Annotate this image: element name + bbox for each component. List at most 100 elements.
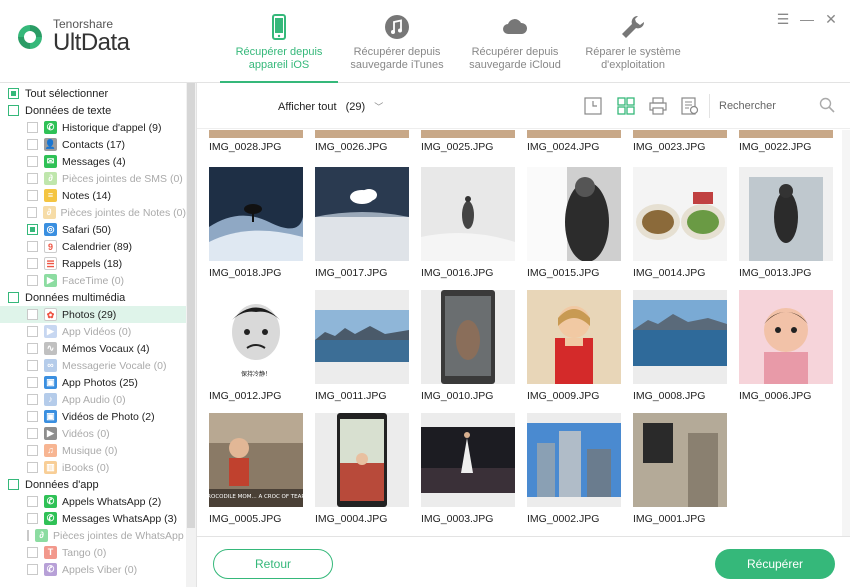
item-checkbox[interactable]	[27, 496, 38, 507]
photo-thumbnail[interactable]	[315, 130, 409, 138]
photo-thumbnail[interactable]: CROCODILE MOM... A CROC OF TEARS	[209, 413, 303, 507]
section-checkbox[interactable]	[8, 479, 19, 490]
item-checkbox[interactable]	[27, 224, 38, 235]
sidebar-item[interactable]: ∂ Pièces jointes de Notes (0)	[0, 204, 186, 221]
photo-thumbnail[interactable]	[315, 290, 409, 384]
sidebar-item[interactable]: ♫ Musique (0)	[0, 442, 186, 459]
sidebar-item[interactable]: ▶ FaceTime (0)	[0, 272, 186, 289]
select-all-row[interactable]: Tout sélectionner	[0, 85, 186, 102]
sidebar-item[interactable]: 👤 Contacts (17)	[0, 136, 186, 153]
item-checkbox[interactable]	[27, 377, 38, 388]
photo-thumbnail[interactable]	[739, 130, 833, 138]
item-checkbox[interactable]	[27, 207, 37, 218]
filter-dropdown[interactable]: Afficher tout (29) ﹀	[278, 100, 383, 113]
photo-thumbnail[interactable]	[315, 413, 409, 507]
menu-icon[interactable]: ☰	[776, 12, 790, 26]
item-checkbox[interactable]	[27, 513, 38, 524]
item-checkbox[interactable]	[27, 394, 38, 405]
item-checkbox[interactable]	[27, 173, 38, 184]
clock-icon[interactable]	[584, 97, 602, 115]
photo-grid-scrollbar[interactable]	[842, 130, 850, 536]
sidebar-item[interactable]: ▶ App Vidéos (0)	[0, 323, 186, 340]
item-checkbox[interactable]	[27, 258, 38, 269]
item-checkbox[interactable]	[27, 343, 38, 354]
photo-thumbnail[interactable]	[421, 290, 515, 384]
sidebar-section-header[interactable]: Données de texte	[0, 102, 186, 119]
photo-thumbnail[interactable]	[633, 290, 727, 384]
photo-thumbnail[interactable]	[209, 167, 303, 261]
item-checkbox[interactable]	[27, 309, 38, 320]
item-checkbox[interactable]	[27, 445, 38, 456]
sidebar-item[interactable]: ✉ Messages (4)	[0, 153, 186, 170]
photo-thumbnail[interactable]	[739, 290, 833, 384]
item-checkbox[interactable]	[27, 360, 38, 371]
item-checkbox[interactable]	[27, 241, 38, 252]
item-checkbox[interactable]	[27, 275, 38, 286]
sidebar-item[interactable]: ♪ App Audio (0)	[0, 391, 186, 408]
photo-thumbnail[interactable]	[633, 413, 727, 507]
sidebar-section-header[interactable]: Données multimédia	[0, 289, 186, 306]
sidebar-section-header[interactable]: Données d'app	[0, 476, 186, 493]
photo-thumbnail[interactable]	[527, 130, 621, 138]
item-checkbox[interactable]	[27, 530, 29, 541]
photo-thumbnail[interactable]	[421, 130, 515, 138]
grid-view-icon[interactable]	[617, 97, 635, 115]
tab-recover-icloud[interactable]: Récupérer depuis sauvegarde iCloud	[456, 0, 574, 83]
item-checkbox[interactable]	[27, 564, 38, 575]
item-checkbox[interactable]	[27, 462, 38, 473]
sidebar-item[interactable]: ✆ Appels Viber (0)	[0, 561, 186, 578]
sidebar-item[interactable]: ✆ Messages WhatsApp (3)	[0, 510, 186, 527]
sidebar-item[interactable]: ≡ Notes (14)	[0, 187, 186, 204]
section-checkbox[interactable]	[8, 292, 19, 303]
photo-thumbnail[interactable]	[527, 413, 621, 507]
print-icon[interactable]	[649, 97, 667, 115]
sidebar-item[interactable]: ▣ Vidéos de Photo (2)	[0, 408, 186, 425]
sidebar-item[interactable]: ✆ Historique d'appel (9)	[0, 119, 186, 136]
export-settings-icon[interactable]	[681, 97, 699, 115]
back-button[interactable]: Retour	[213, 549, 333, 579]
search-input[interactable]	[719, 97, 819, 115]
recover-button[interactable]: Récupérer	[715, 549, 835, 579]
sidebar-scrollbar[interactable]	[186, 83, 196, 587]
sidebar-item[interactable]: ◎ Safari (50)	[0, 221, 186, 238]
sidebar-item[interactable]: ▣ App Photos (25)	[0, 374, 186, 391]
item-checkbox[interactable]	[27, 547, 38, 558]
sidebar-item[interactable]: ∞ Messagerie Vocale (0)	[0, 357, 186, 374]
photo-thumbnail[interactable]	[209, 130, 303, 138]
minimize-icon[interactable]: —	[800, 12, 814, 26]
search-icon[interactable]	[819, 97, 835, 113]
sidebar-item[interactable]: T Tango (0)	[0, 544, 186, 561]
item-checkbox[interactable]	[27, 122, 38, 133]
item-checkbox[interactable]	[27, 411, 38, 422]
select-all-checkbox[interactable]	[8, 88, 19, 99]
tab-repair-os[interactable]: Réparer le système d'exploitation	[574, 0, 692, 83]
photo-thumbnail[interactable]	[527, 167, 621, 261]
sidebar-item[interactable]: ∿ Mémos Vocaux (4)	[0, 340, 186, 357]
tab-recover-ios-device[interactable]: Récupérer depuis appareil iOS	[220, 0, 338, 83]
photo-thumbnail[interactable]	[739, 167, 833, 261]
item-checkbox[interactable]	[27, 190, 38, 201]
sidebar-item[interactable]: ✿ Photos (29)	[0, 306, 186, 323]
sidebar-scroll-thumb[interactable]	[187, 83, 195, 528]
item-checkbox[interactable]	[27, 156, 38, 167]
photo-thumbnail[interactable]	[633, 167, 727, 261]
item-checkbox[interactable]	[27, 139, 38, 150]
photo-thumbnail[interactable]	[421, 167, 515, 261]
item-checkbox[interactable]	[27, 428, 38, 439]
tab-recover-itunes[interactable]: Récupérer depuis sauvegarde iTunes	[338, 0, 456, 83]
close-icon[interactable]: ✕	[824, 12, 838, 26]
photo-thumbnail[interactable]	[421, 413, 515, 507]
sidebar-item[interactable]: ▶ Vidéos (0)	[0, 425, 186, 442]
sidebar-item[interactable]: ∂ Pièces jointes de SMS (0)	[0, 170, 186, 187]
sidebar-item[interactable]: ☰ Rappels (18)	[0, 255, 186, 272]
photo-thumbnail[interactable]	[527, 290, 621, 384]
section-checkbox[interactable]	[8, 105, 19, 116]
sidebar-item[interactable]: ∂ Pièces jointes de WhatsApp (0)	[0, 527, 196, 544]
photo-thumbnail[interactable]	[633, 130, 727, 138]
item-checkbox[interactable]	[27, 326, 38, 337]
photo-thumbnail[interactable]: 保持冷静！	[209, 290, 303, 384]
sidebar-item[interactable]: ▥ iBooks (0)	[0, 459, 186, 476]
sidebar-item[interactable]: ✆ Appels WhatsApp (2)	[0, 493, 186, 510]
photo-thumbnail[interactable]	[315, 167, 409, 261]
sidebar-item[interactable]: 9 Calendrier (89)	[0, 238, 186, 255]
